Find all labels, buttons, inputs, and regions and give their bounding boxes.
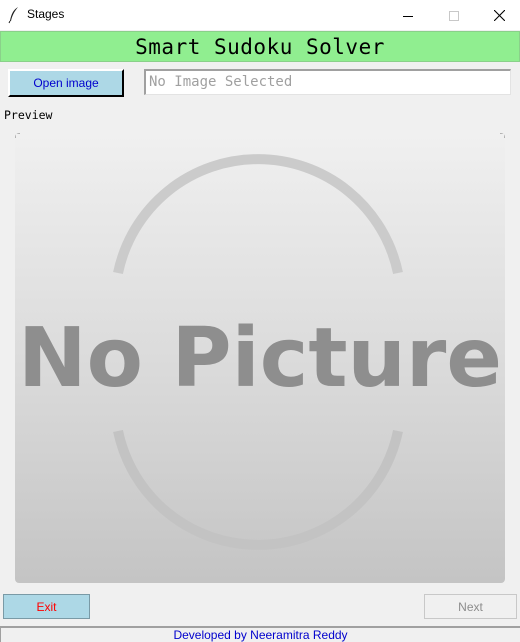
window-title: Stages — [27, 7, 65, 21]
minimize-icon — [403, 6, 413, 25]
exit-button[interactable]: Exit — [3, 594, 90, 619]
window-titlebar[interactable]: Stages — [0, 0, 520, 30]
developer-credit: Developed by Neeramitra Reddy — [173, 628, 348, 642]
app-banner: Smart Sudoku Solver — [0, 31, 520, 62]
image-preview: No Picture — [15, 133, 505, 583]
maximize-button[interactable] — [431, 0, 477, 30]
close-button[interactable] — [476, 0, 520, 30]
preview-label: Preview — [4, 108, 53, 122]
minimize-button[interactable] — [385, 0, 431, 30]
image-path-field[interactable]: No Image Selected — [144, 69, 511, 95]
no-picture-placeholder-icon: No Picture — [15, 133, 505, 550]
close-icon — [493, 6, 505, 25]
no-picture-text: No Picture — [18, 311, 502, 406]
status-bar: Developed by Neeramitra Reddy — [0, 626, 520, 642]
feather-icon — [8, 6, 20, 24]
app-title: Smart Sudoku Solver — [135, 34, 385, 59]
next-button[interactable]: Next — [424, 594, 517, 619]
maximize-icon — [449, 6, 459, 25]
open-image-button[interactable]: Open image — [8, 69, 124, 97]
